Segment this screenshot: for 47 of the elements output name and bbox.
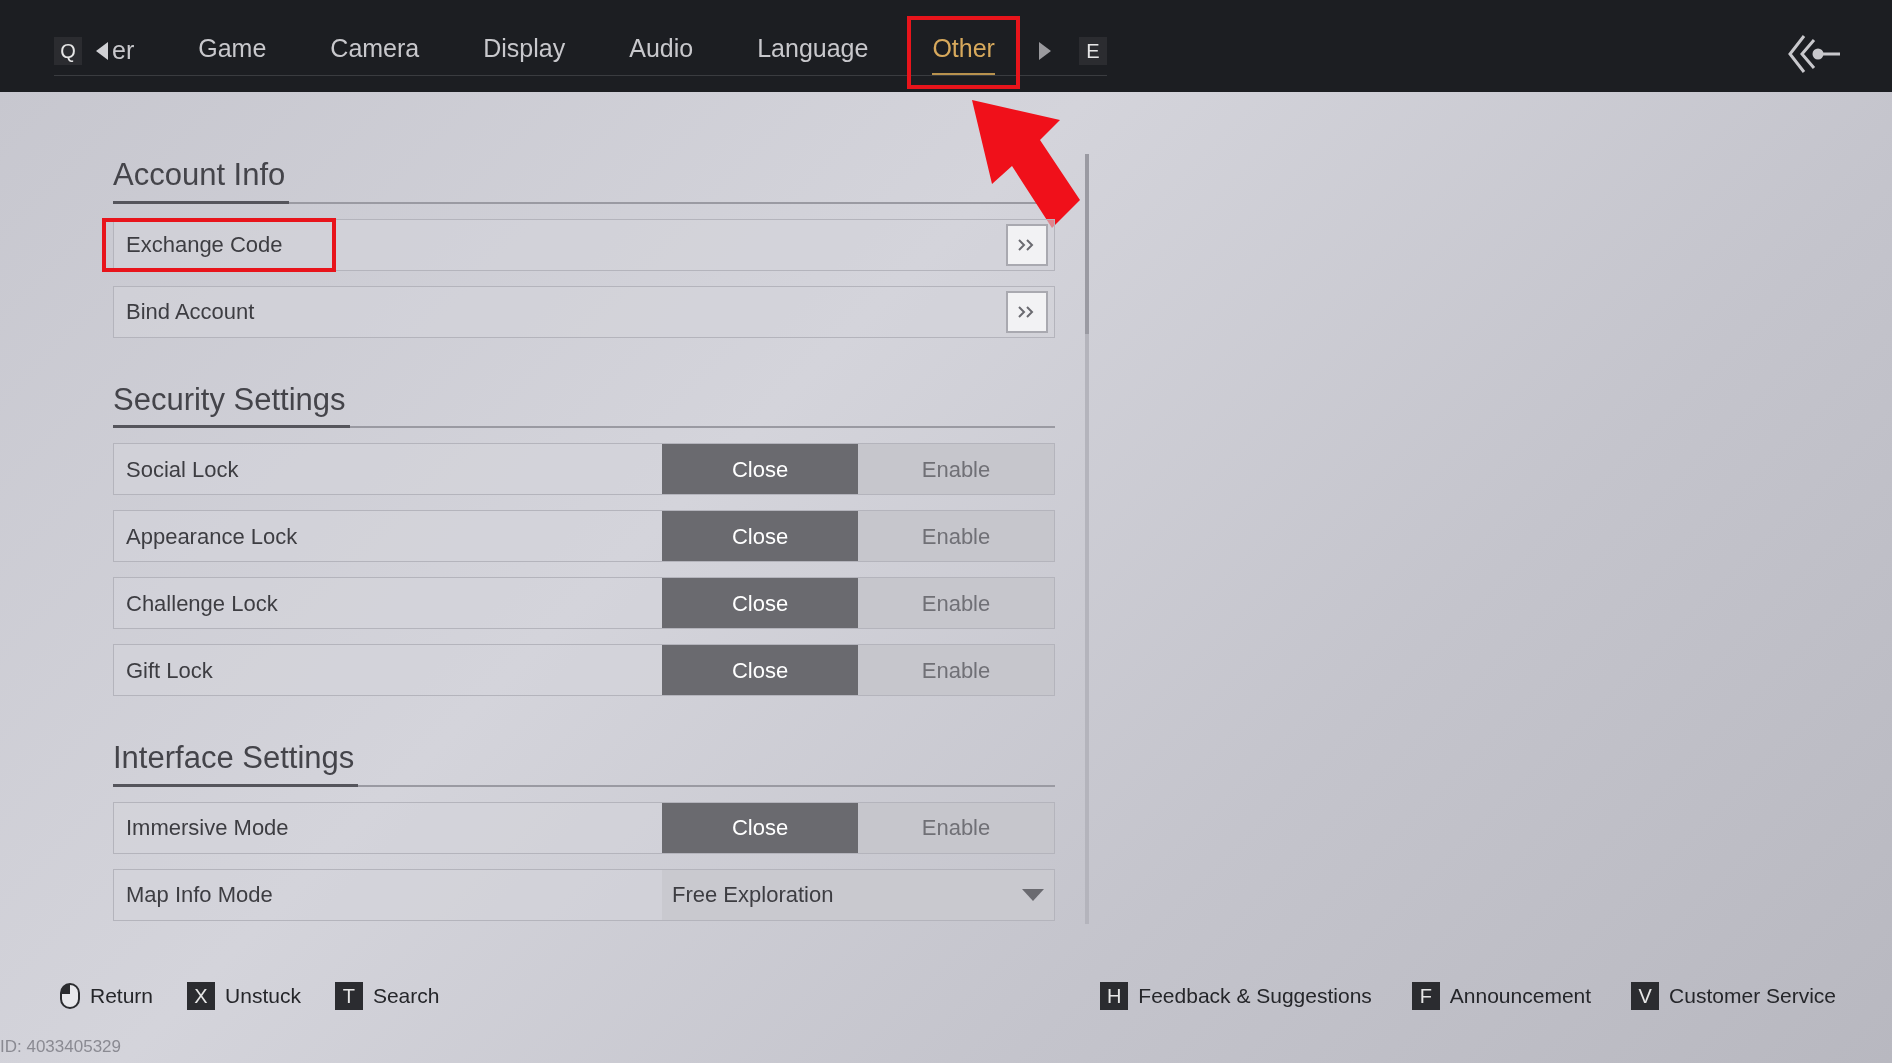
tab[interactable]: Display — [483, 25, 566, 76]
toggle-option[interactable]: Close — [662, 511, 858, 561]
back-arrow-icon — [1786, 32, 1842, 76]
tab[interactable]: er — [112, 31, 135, 70]
caret-down-icon — [1022, 888, 1044, 901]
section-heading: Account Info — [113, 152, 290, 204]
hint-label[interactable]: Feedback & Suggestions — [1138, 980, 1372, 1012]
chevron-button[interactable] — [1006, 223, 1048, 266]
setting-label: Immersive Mode — [125, 814, 289, 842]
setting-label: Map Info Mode — [125, 881, 273, 909]
caret-left-icon — [96, 41, 108, 60]
hint-label[interactable]: Announcement — [1449, 980, 1592, 1012]
hint-label[interactable]: Customer Service — [1669, 980, 1836, 1012]
key-cap: V — [1631, 982, 1660, 1010]
hint-label[interactable]: Unstuck — [225, 980, 301, 1012]
hint-label[interactable]: Return — [90, 980, 154, 1012]
tab[interactable]: Game — [198, 25, 267, 76]
key-cap: H — [1100, 982, 1129, 1010]
setting-label: Bind Account — [125, 298, 255, 326]
key-cap: F — [1411, 982, 1440, 1010]
section-heading: Security Settings — [113, 376, 350, 428]
toggle-option[interactable]: Close — [662, 802, 858, 853]
chevron-button[interactable] — [1006, 290, 1048, 333]
tab[interactable]: Camera — [330, 25, 420, 76]
toggle-option[interactable]: Close — [662, 444, 858, 494]
setting-label: Gift Lock — [125, 656, 213, 685]
setting-label: Exchange Code — [125, 231, 283, 259]
setting-label: Challenge Lock — [125, 589, 278, 618]
section-heading: Interface Settings — [113, 735, 359, 787]
toggle-option[interactable]: Close — [662, 578, 858, 628]
dropdown-value: Free Exploration — [672, 881, 834, 909]
key-cap: X — [187, 982, 216, 1010]
tab[interactable]: Other — [932, 25, 995, 76]
caret-right-icon — [1038, 41, 1051, 60]
key-cap: Q — [54, 36, 82, 65]
dropdown[interactable]: Free Exploration — [662, 869, 1054, 920]
tab[interactable]: Language — [757, 25, 869, 76]
tab[interactable]: Audio — [629, 25, 694, 76]
toggle-option[interactable]: Close — [662, 645, 858, 695]
scrollbar-thumb[interactable] — [1085, 154, 1089, 334]
setting-label: Social Lock — [125, 455, 239, 484]
id-text: ID: 4033405329 — [0, 1036, 121, 1059]
setting-label: Appearance Lock — [125, 522, 298, 551]
mouse-icon — [60, 983, 80, 1009]
key-cap: T — [334, 982, 363, 1010]
hint-label[interactable]: Search — [372, 980, 440, 1012]
key-cap: E — [1078, 36, 1107, 65]
